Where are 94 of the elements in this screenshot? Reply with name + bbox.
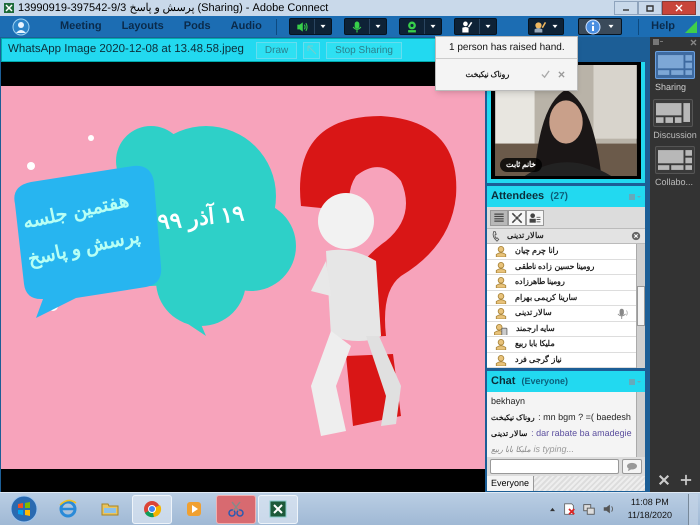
app-icon bbox=[268, 499, 288, 519]
attendee-name[interactable]: رومینا طاهرزاده bbox=[515, 276, 631, 288]
start-button[interactable] bbox=[10, 495, 38, 523]
arrow-icon bbox=[306, 44, 318, 56]
logo-icon bbox=[12, 18, 30, 36]
raised-hand-name: روناک نیکبخت bbox=[464, 68, 511, 80]
list-icon bbox=[492, 210, 506, 224]
layout-thumbnail[interactable] bbox=[653, 98, 694, 126]
attendee-name[interactable]: سارینا کریمی بهرام bbox=[515, 292, 631, 304]
chat-message: bekhayn bbox=[491, 394, 526, 408]
clock-time[interactable]: 11:08 PM bbox=[630, 496, 669, 509]
scrollbar-thumb[interactable] bbox=[637, 286, 645, 326]
clock-date[interactable]: 11/18/2020 bbox=[628, 509, 672, 522]
attendee-name[interactable]: رومینا حسین زاده ناطقی bbox=[515, 260, 631, 273]
person-icon bbox=[495, 260, 507, 273]
attendee-count: (27) bbox=[550, 190, 568, 204]
app-icon bbox=[4, 3, 14, 13]
chat-message: : mn bgm ? =( baedesh bbox=[538, 410, 631, 424]
chat-scope: (Everyone) bbox=[521, 374, 568, 388]
mic-button[interactable] bbox=[344, 18, 387, 35]
volume-icon[interactable] bbox=[602, 502, 616, 516]
chat-tab[interactable]: Everyone bbox=[487, 476, 534, 491]
caret-icon bbox=[484, 24, 492, 29]
scrollbar[interactable] bbox=[636, 392, 645, 457]
info-icon bbox=[585, 18, 602, 34]
raise-hand-icon bbox=[460, 20, 474, 34]
info-button[interactable] bbox=[578, 18, 622, 35]
browser-icon bbox=[58, 499, 78, 519]
view-grid-button[interactable] bbox=[508, 210, 526, 226]
maximize-button[interactable] bbox=[638, 1, 662, 15]
chat-input-field[interactable] bbox=[490, 459, 619, 474]
chat-message: : dar rabate ba amadegie bbox=[531, 426, 632, 440]
camera-button[interactable] bbox=[398, 18, 442, 35]
caret-icon bbox=[374, 24, 382, 29]
raised-hands-button[interactable] bbox=[528, 18, 564, 35]
speaker-button[interactable] bbox=[288, 18, 332, 35]
person-icon bbox=[495, 245, 507, 258]
layout-label[interactable]: Discussion bbox=[653, 128, 697, 142]
close-button[interactable] bbox=[662, 1, 696, 15]
maximize-icon bbox=[644, 3, 656, 13]
notification-message: 1 person has raised hand. bbox=[436, 37, 577, 59]
view-list-button[interactable] bbox=[490, 210, 508, 226]
close-icon[interactable] bbox=[690, 38, 697, 46]
attendee-name[interactable]: نیاز گرجی فرد bbox=[515, 354, 631, 366]
panel-menu-icon[interactable] bbox=[653, 39, 663, 45]
add-icon[interactable] bbox=[680, 474, 692, 486]
check-icon[interactable] bbox=[541, 70, 550, 79]
active-speaker-name: سالار تدینی bbox=[507, 230, 546, 242]
play-icon bbox=[184, 499, 204, 519]
window-title: 13990919-397542-9/3 پرسش و پاسخ (Sharing) - Adobe Connect bbox=[18, 0, 328, 16]
layout-thumbnail[interactable] bbox=[655, 51, 695, 79]
person-icon bbox=[495, 307, 507, 320]
pod-title: Attendees bbox=[491, 189, 544, 204]
grid-icon bbox=[510, 210, 524, 224]
typing-indicator: is typing... bbox=[533, 442, 574, 456]
speaker-icon bbox=[294, 20, 309, 34]
caret-icon bbox=[551, 24, 560, 29]
send-button[interactable] bbox=[622, 459, 642, 474]
video-label: خانم ثابت bbox=[500, 158, 542, 172]
slide-heading: هفتمین جلسه bbox=[20, 189, 132, 235]
attendee-name[interactable]: ملیکا بابا ربیع bbox=[515, 338, 631, 350]
attendee-name[interactable]: سایه ارجمند bbox=[516, 322, 631, 335]
person-icon bbox=[495, 276, 507, 288]
layout-label[interactable]: Collabo... bbox=[655, 176, 694, 190]
show-desktop-button[interactable] bbox=[688, 494, 698, 524]
layout-thumbnail[interactable] bbox=[655, 146, 695, 174]
caret-icon bbox=[318, 24, 327, 29]
typing-name: ملیکا بابا ربیع bbox=[491, 444, 530, 456]
view-roles-button[interactable] bbox=[526, 210, 544, 226]
person-icon bbox=[495, 354, 507, 366]
attendee-name[interactable]: سالار تدینی bbox=[515, 307, 609, 320]
person-phone-icon bbox=[493, 322, 508, 335]
signal-icon bbox=[685, 20, 697, 32]
scissors-icon bbox=[226, 499, 246, 519]
person-list-icon bbox=[528, 210, 542, 224]
attendee-name[interactable]: رانا چرم چیان bbox=[515, 245, 631, 258]
pod-title: WhatsApp Image 2020-12-08 at 13.48.58.jpeg bbox=[8, 42, 244, 58]
close-icon[interactable] bbox=[558, 71, 565, 78]
layout-label[interactable]: Sharing bbox=[655, 81, 686, 94]
raised-hand-icon bbox=[533, 20, 548, 34]
close-icon[interactable] bbox=[631, 231, 641, 241]
caret-icon bbox=[607, 24, 616, 29]
person-icon bbox=[495, 292, 507, 304]
person-icon bbox=[495, 338, 507, 350]
caret-icon[interactable] bbox=[548, 506, 556, 512]
taskbar-button[interactable] bbox=[216, 494, 256, 524]
close-icon bbox=[673, 3, 685, 13]
pod-title: Chat bbox=[491, 374, 516, 390]
date-text: ۱۹ آذر ۹۹ bbox=[155, 199, 247, 236]
chrome-icon bbox=[142, 499, 162, 519]
caret-icon bbox=[428, 24, 437, 29]
speech-bubble-icon bbox=[626, 462, 638, 472]
network-icon[interactable] bbox=[582, 502, 596, 516]
hand-button[interactable] bbox=[454, 18, 497, 35]
